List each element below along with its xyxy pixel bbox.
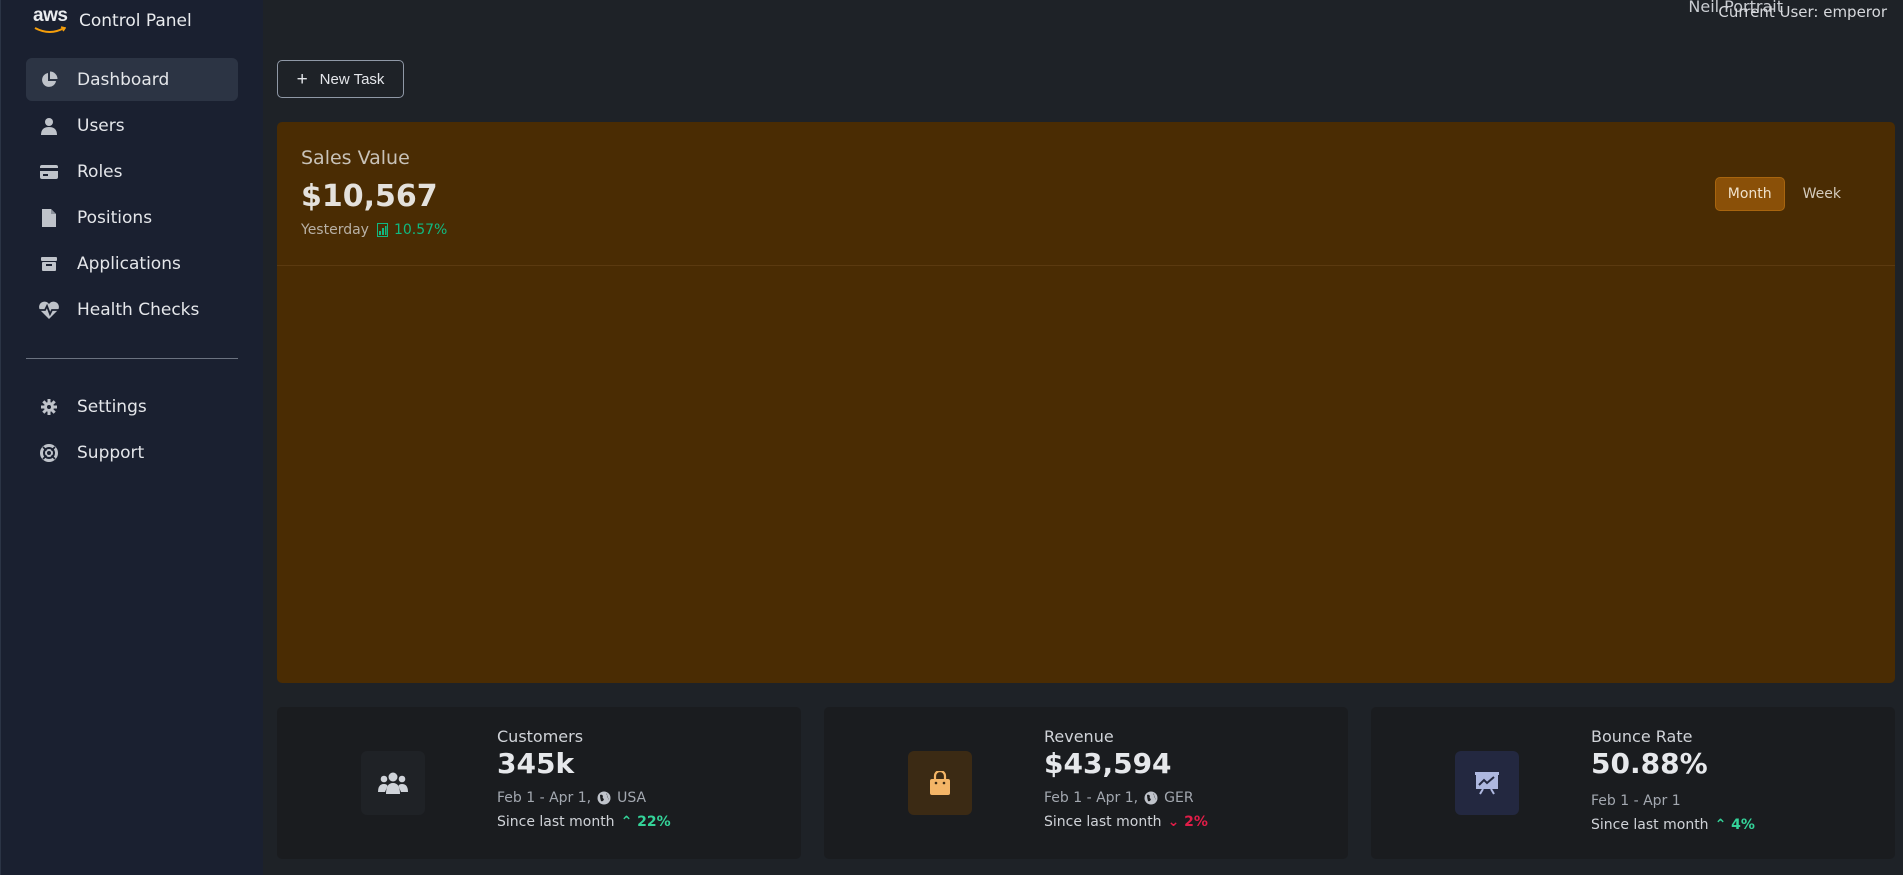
chevron-up-icon: ⌃	[1714, 817, 1727, 833]
sidebar-divider	[26, 358, 238, 359]
stat-value: 345k	[497, 747, 575, 780]
stat-change-value: 22%	[637, 814, 671, 830]
credit-card-icon	[38, 161, 60, 183]
stat-since: Since last month ⌃ 22%	[497, 814, 671, 830]
sidebar-item-applications[interactable]: Applications	[26, 242, 238, 285]
brand[interactable]: aws Control Panel	[33, 0, 192, 42]
stat-range: Feb 1 - Apr 1, GER	[1044, 790, 1208, 806]
sidebar-item-label: Positions	[77, 207, 153, 228]
sidebar-item-settings[interactable]: Settings	[26, 385, 238, 428]
aws-logo-text: aws	[33, 5, 68, 26]
stat-range: Feb 1 - Apr 1	[1591, 793, 1755, 809]
stat-range-text: Feb 1 - Apr 1,	[1044, 790, 1139, 806]
sidebar-item-label: Support	[77, 442, 145, 463]
user-icon	[38, 115, 60, 137]
sidebar-item-label: Users	[77, 115, 125, 136]
current-user-label[interactable]: Current User: emperor	[1718, 3, 1887, 21]
stat-body: Revenue $43,594 Feb 1 - Apr 1, GER Since…	[1044, 727, 1208, 830]
sidebar-item-positions[interactable]: Positions	[26, 196, 238, 239]
stat-value: $43,594	[1044, 747, 1172, 780]
stat-card-revenue: Revenue $43,594 Feb 1 - Apr 1, GER Since…	[824, 707, 1348, 859]
stat-label: Revenue	[1044, 727, 1114, 746]
plus-icon: +	[296, 68, 308, 90]
sidebar-item-label: Health Checks	[77, 299, 200, 320]
stat-region: USA	[617, 790, 647, 806]
stat-label: Customers	[497, 727, 584, 746]
new-task-label: New Task	[319, 70, 385, 88]
stat-region: GER	[1164, 790, 1194, 806]
stat-value: 50.88%	[1591, 747, 1708, 780]
stat-since-label: Since last month	[1044, 814, 1162, 830]
stat-since-label: Since last month	[497, 814, 615, 830]
document-icon	[38, 207, 60, 229]
toggle-month-button[interactable]: Month	[1714, 177, 1785, 211]
sales-period-label: Yesterday	[301, 222, 369, 238]
chevron-up-icon: ⌃	[620, 814, 633, 830]
stat-change: ⌄ 2%	[1168, 814, 1208, 830]
presentation-chart-icon	[1455, 751, 1519, 815]
sidebar-item-label: Settings	[77, 396, 147, 417]
toggle-week-button[interactable]: Week	[1791, 177, 1853, 211]
stat-range-text: Feb 1 - Apr 1	[1591, 793, 1681, 809]
sales-title: Sales Value	[301, 147, 410, 169]
sales-subline: Yesterday 10.57%	[301, 222, 447, 238]
archive-icon	[38, 253, 60, 275]
stat-range-text: Feb 1 - Apr 1,	[497, 790, 592, 806]
gear-icon	[38, 396, 60, 418]
sidebar-item-support[interactable]: Support	[26, 431, 238, 474]
stat-change-value: 4%	[1731, 817, 1755, 833]
new-task-button[interactable]: + New Task	[277, 60, 404, 98]
stat-body: Customers 345k Feb 1 - Apr 1, USA Since …	[497, 727, 671, 830]
stat-range: Feb 1 - Apr 1, USA	[497, 790, 671, 806]
stat-change: ⌃ 22%	[621, 814, 671, 830]
shopping-bag-icon	[908, 751, 972, 815]
stat-since: Since last month ⌃ 4%	[1591, 817, 1755, 833]
globe-icon	[597, 791, 611, 805]
brand-title: Control Panel	[79, 11, 192, 31]
period-toggle: Month Week	[1714, 177, 1853, 211]
sidebar-item-roles[interactable]: Roles	[26, 150, 238, 193]
chevron-down-icon: ⌄	[1167, 814, 1180, 830]
pie-chart-icon	[38, 69, 60, 91]
sales-change-value: 10.57%	[393, 222, 448, 238]
sales-change: 10.57%	[376, 222, 448, 238]
stat-since-label: Since last month	[1591, 817, 1709, 833]
aws-logo-icon: aws	[33, 5, 68, 37]
sidebar-nav: Dashboard Users Roles Positions Applicat…	[26, 58, 238, 477]
stat-label: Bounce Rate	[1591, 727, 1693, 746]
stat-change-value: 2%	[1184, 814, 1208, 830]
sidebar-item-users[interactable]: Users	[26, 104, 238, 147]
globe-icon	[1144, 791, 1158, 805]
sales-value-card: Sales Value $10,567 Yesterday 10.57% Mon…	[277, 122, 1895, 683]
sidebar-item-label: Dashboard	[77, 69, 170, 90]
sales-card-divider	[277, 265, 1895, 266]
sales-value: $10,567	[301, 179, 438, 214]
lifebuoy-icon	[38, 442, 60, 464]
users-icon	[361, 751, 425, 815]
heart-pulse-icon	[38, 299, 60, 321]
sidebar-item-health-checks[interactable]: Health Checks	[26, 288, 238, 331]
chart-up-icon	[376, 223, 388, 237]
stat-change: ⌃ 4%	[1715, 817, 1755, 833]
sidebar-item-dashboard[interactable]: Dashboard	[26, 58, 238, 101]
sidebar: aws Control Panel Dashboard Users Roles	[0, 0, 263, 875]
stat-body: Bounce Rate 50.88% Feb 1 - Apr 1 Since l…	[1591, 727, 1755, 833]
sidebar-item-label: Applications	[77, 253, 181, 274]
sidebar-item-label: Roles	[77, 161, 123, 182]
stat-since: Since last month ⌄ 2%	[1044, 814, 1208, 830]
stat-card-bounce-rate: Bounce Rate 50.88% Feb 1 - Apr 1 Since l…	[1371, 707, 1895, 859]
sales-header: Sales Value $10,567 Yesterday 10.57%	[301, 147, 447, 238]
stat-card-customers: Customers 345k Feb 1 - Apr 1, USA Since …	[277, 707, 801, 859]
